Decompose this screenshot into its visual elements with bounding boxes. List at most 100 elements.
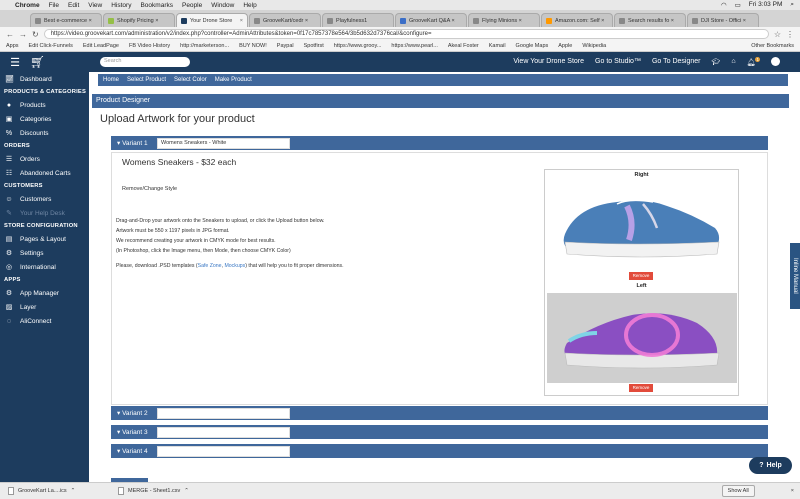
menu-dots-icon[interactable]: ⋮ [786, 30, 794, 39]
menu-file[interactable]: File [49, 2, 59, 9]
go-to-studio-link[interactable]: Go to Studio™ [595, 58, 641, 65]
bookmark[interactable]: Wikipedia [582, 43, 606, 49]
variant-header-3[interactable]: ▾ Variant 3 [111, 425, 768, 439]
bookmark[interactable]: https://www.grooy... [334, 43, 382, 49]
mockups-link[interactable]: Mockups [224, 263, 245, 269]
variant-header-1[interactable]: ▾ Variant 1 Womens Sneakers - White [111, 136, 768, 150]
breadcrumb-select-product[interactable]: Select Product [127, 77, 166, 83]
safe-zone-link[interactable]: Safe Zone [198, 263, 222, 269]
breadcrumb-select-color[interactable]: Select Color [174, 77, 207, 83]
variant-name-input[interactable]: Womens Sneakers - White [157, 137, 290, 149]
forward-icon[interactable]: → [19, 30, 27, 39]
variant-label[interactable]: ▾ Variant 3 [117, 428, 157, 436]
bookmark[interactable]: http://marketerson... [180, 43, 229, 49]
sidebar-item-settings[interactable]: ⚙ Settings [0, 246, 89, 260]
home-icon[interactable]: ⌂ [731, 58, 735, 65]
menu-edit[interactable]: Edit [68, 2, 79, 9]
inline-manual-tab[interactable]: Inline Manual [790, 243, 800, 309]
chevron-up-icon[interactable]: ⌃ [71, 488, 76, 494]
cart-logo-icon[interactable]: 🛒︎ [30, 55, 60, 69]
go-to-designer-link[interactable]: Go To Designer [652, 58, 701, 65]
sidebar-item-layer[interactable]: ▨ Layer [0, 300, 89, 314]
browser-tab[interactable]: GrooveKart Q&A × [395, 13, 467, 27]
show-all-button[interactable]: Show All [721, 485, 755, 497]
menu-chrome[interactable]: Chrome [15, 2, 40, 9]
right-shoe-image[interactable] [557, 184, 727, 266]
sidebar-item-customers[interactable]: ☺ Customers [0, 192, 89, 206]
search-input[interactable]: Search [100, 57, 190, 67]
download-item[interactable]: GrooveKart La....ics ⌃ [8, 487, 98, 495]
left-shoe-image[interactable] [557, 297, 727, 379]
bookmark[interactable]: Other Bookmarks [751, 43, 794, 49]
download-item[interactable]: MERGE - Sheet1.csv ⌃ [118, 487, 208, 495]
bookmark[interactable]: BUY NOW! [239, 43, 267, 49]
variant-header-4[interactable]: ▾ Variant 4 [111, 444, 768, 458]
menu-history[interactable]: History [111, 2, 131, 9]
search-icon[interactable]: ⌕ [790, 1, 794, 9]
menu-window[interactable]: Window [211, 2, 234, 9]
close-tab-icon[interactable]: × [240, 18, 243, 24]
remove-change-style-link[interactable]: Remove/Change Style [122, 186, 177, 192]
view-store-link[interactable]: View Your Drone Store [513, 58, 584, 65]
sidebar-item-categories[interactable]: ▣ Categories [0, 112, 89, 126]
menu-people[interactable]: People [182, 2, 202, 9]
bookmark[interactable]: Edit Click-Funnels [29, 43, 73, 49]
sidebar-item-products[interactable]: ● Products [0, 98, 89, 112]
bookmark[interactable]: FB Video History [129, 43, 170, 49]
clock[interactable]: Fri 3:03 PM [749, 1, 783, 9]
browser-tab[interactable]: GrooveKart/cedr × [249, 13, 321, 27]
sidebar-item-discounts[interactable]: % Discounts [0, 126, 89, 140]
variant-name-input[interactable] [157, 445, 290, 457]
variant-header-2[interactable]: ▾ Variant 2 [111, 406, 768, 420]
sidebar-item-pages-layout[interactable]: ▤ Pages & Layout [0, 232, 89, 246]
variant-label[interactable]: ▾ Variant 1 [117, 139, 157, 147]
sidebar-item-dashboard[interactable]: 📈︎ Dashboard [0, 72, 89, 86]
bookmark[interactable]: Spotfirst [304, 43, 324, 49]
bookmark[interactable]: https://www.pearl... [391, 43, 437, 49]
breadcrumb-make-product[interactable]: Make Product [215, 77, 252, 83]
bell-icon[interactable]: 🔔︎1 [747, 57, 760, 67]
menu-help[interactable]: Help [243, 2, 256, 9]
sidebar-item-abandoned-carts[interactable]: ☷ Abandoned Carts [0, 166, 89, 180]
bookmark[interactable]: Apps [6, 43, 19, 49]
bookmark[interactable]: Google Maps [516, 43, 549, 49]
url-input[interactable]: https://video.groovekart.com/administrat… [43, 29, 769, 39]
hamburger-menu-icon[interactable]: ☰ [0, 56, 30, 69]
bookmark[interactable]: Akeal Foster [448, 43, 479, 49]
menu-bookmarks[interactable]: Bookmarks [140, 2, 173, 9]
browser-tab[interactable]: Search results fo × [614, 13, 686, 27]
reload-icon[interactable]: ↻ [32, 30, 39, 39]
bookmark[interactable]: Apple [558, 43, 572, 49]
star-icon[interactable]: ☆ [774, 30, 781, 39]
variant-label[interactable]: ▾ Variant 2 [117, 409, 157, 417]
battery-icon[interactable]: ▭ [735, 1, 741, 9]
breadcrumb-home[interactable]: Home [103, 77, 119, 83]
browser-tab-active[interactable]: Your Drone Store × [176, 13, 248, 27]
variant-name-input[interactable] [157, 407, 290, 419]
bookmark[interactable]: Kamail [489, 43, 506, 49]
variant-label[interactable]: ▾ Variant 4 [117, 447, 157, 455]
bookmark[interactable]: Paypal [277, 43, 294, 49]
browser-tab[interactable]: Flying Minions × [468, 13, 540, 27]
avatar[interactable] [771, 57, 780, 67]
browser-tab[interactable]: Shopify Pricing × [103, 13, 175, 27]
close-icon[interactable]: × [791, 488, 794, 494]
variant-name-input[interactable] [157, 426, 290, 438]
chevron-up-icon[interactable]: ⌃ [184, 488, 189, 494]
browser-tab[interactable]: Best e-commerce × [30, 13, 102, 27]
sidebar-item-orders[interactable]: ☰ Orders [0, 152, 89, 166]
remove-right-button[interactable]: Remove [629, 272, 653, 280]
browser-tab[interactable]: Playfulness1 [322, 13, 394, 27]
browser-tab[interactable]: Amazon.com: Self × [541, 13, 613, 27]
help-button[interactable]: ? Help [749, 457, 792, 474]
sidebar-item-app-manager[interactable]: ⚙ App Manager [0, 286, 89, 300]
menu-view[interactable]: View [88, 2, 102, 9]
sidebar-item-international[interactable]: ◎ International [0, 260, 89, 274]
bookmark[interactable]: Edit LeadPage [83, 43, 119, 49]
wifi-icon[interactable]: ◠ [721, 1, 727, 9]
graduation-cap-icon[interactable]: 🎓︎ [711, 58, 720, 66]
sidebar-item-aliconnect[interactable]: ◌ AliConnect [0, 314, 89, 328]
back-icon[interactable]: ← [6, 30, 14, 39]
remove-left-button[interactable]: Remove [629, 384, 653, 392]
sidebar-item-help-desk[interactable]: ✎ Your Help Desk [0, 206, 89, 220]
